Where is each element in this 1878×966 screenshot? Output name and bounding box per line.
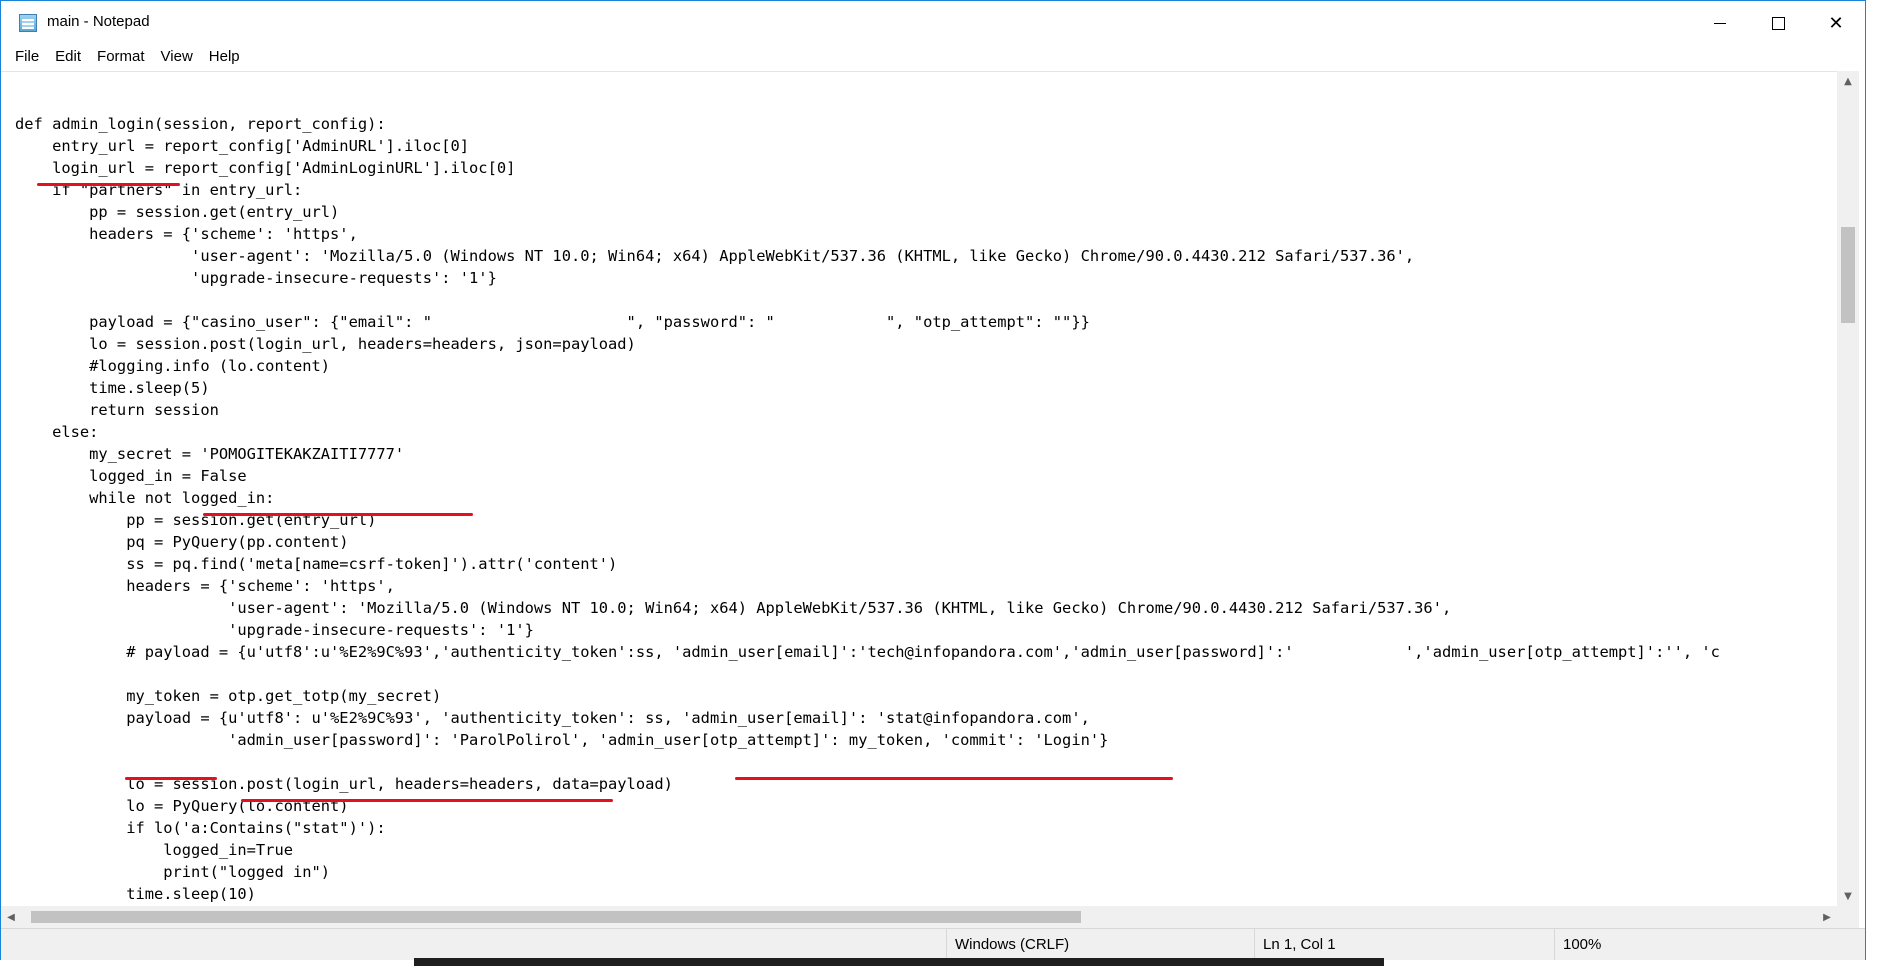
annotation-underline bbox=[203, 513, 473, 516]
window-title: main - Notepad bbox=[47, 13, 150, 30]
annotation-underline bbox=[125, 777, 217, 780]
scrollbar-corner bbox=[1837, 906, 1859, 928]
code-line[interactable]: headers = {'scheme': 'https', bbox=[15, 575, 1720, 597]
menu-view[interactable]: View bbox=[153, 48, 201, 65]
code-line[interactable]: print("logged in") bbox=[15, 861, 1720, 883]
code-line[interactable]: return session bbox=[15, 399, 1720, 421]
menu-file[interactable]: File bbox=[7, 48, 47, 65]
code-line[interactable]: payload = {u'utf8': u'%E2%9C%93', 'authe… bbox=[15, 707, 1720, 729]
code-line[interactable]: 'admin_user[password]': 'ParolPolirol', … bbox=[15, 729, 1720, 751]
code-line[interactable] bbox=[15, 289, 1720, 311]
title-bar[interactable]: main - Notepad ✕ bbox=[1, 1, 1865, 45]
status-cursor-position: Ln 1, Col 1 bbox=[1254, 929, 1554, 960]
code-line[interactable] bbox=[15, 751, 1720, 773]
vertical-scroll-thumb[interactable] bbox=[1841, 227, 1855, 323]
scroll-left-icon[interactable]: ◀ bbox=[1, 906, 21, 928]
code-line[interactable]: lo = session.post(login_url, headers=hea… bbox=[15, 333, 1720, 355]
close-icon: ✕ bbox=[1828, 12, 1844, 34]
status-encoding: Windows (CRLF) bbox=[946, 929, 1246, 960]
code-line[interactable]: logged_in = False bbox=[15, 465, 1720, 487]
code-line[interactable]: while not logged_in: bbox=[15, 487, 1720, 509]
code-line[interactable]: time.sleep(5) bbox=[15, 377, 1720, 399]
code-line[interactable]: pq = PyQuery(pp.content) bbox=[15, 531, 1720, 553]
code-text[interactable]: def admin_login(session, report_config):… bbox=[15, 91, 1720, 907]
minimize-icon bbox=[1714, 22, 1726, 24]
horizontal-scroll-thumb[interactable] bbox=[31, 911, 1081, 923]
notepad-window: main - Notepad ✕ File Edit Format View H… bbox=[0, 0, 1866, 960]
code-line[interactable]: logged_in=True bbox=[15, 839, 1720, 861]
menu-format[interactable]: Format bbox=[89, 48, 153, 65]
code-line[interactable]: payload = {"casino_user": {"email": " ",… bbox=[15, 311, 1720, 333]
taskbar-fragment bbox=[414, 958, 1384, 966]
code-line[interactable]: if lo('a:Contains("stat")'): bbox=[15, 817, 1720, 839]
code-line[interactable] bbox=[15, 91, 1720, 113]
vertical-scrollbar[interactable]: ▲ ▼ bbox=[1837, 71, 1859, 906]
code-line[interactable]: # payload = {u'utf8':u'%E2%9C%93','authe… bbox=[15, 641, 1720, 663]
code-line[interactable]: pp = session.get(entry_url) bbox=[15, 201, 1720, 223]
code-line[interactable]: 'upgrade-insecure-requests': '1'} bbox=[15, 619, 1720, 641]
code-line[interactable]: 'upgrade-insecure-requests': '1'} bbox=[15, 267, 1720, 289]
minimize-button[interactable] bbox=[1691, 1, 1749, 45]
code-line[interactable]: my_token = otp.get_totp(my_secret) bbox=[15, 685, 1720, 707]
horizontal-scrollbar[interactable]: ◀ ▶ bbox=[1, 906, 1837, 928]
menu-bar: File Edit Format View Help bbox=[1, 45, 1865, 67]
code-line[interactable]: my_secret = 'POMOGITEKAKZAITI7777' bbox=[15, 443, 1720, 465]
code-line[interactable]: headers = {'scheme': 'https', bbox=[15, 223, 1720, 245]
text-editor[interactable]: def admin_login(session, report_config):… bbox=[1, 71, 1837, 907]
annotation-underline bbox=[735, 777, 1173, 780]
status-bar: Windows (CRLF) Ln 1, Col 1 100% bbox=[1, 928, 1865, 960]
menu-edit[interactable]: Edit bbox=[47, 48, 89, 65]
code-line[interactable]: time.sleep(10) bbox=[15, 883, 1720, 905]
code-line[interactable]: #logging.info (lo.content) bbox=[15, 355, 1720, 377]
code-line[interactable]: entry_url = report_config['AdminURL'].il… bbox=[15, 135, 1720, 157]
annotation-underline bbox=[37, 183, 180, 186]
code-line[interactable]: else: bbox=[15, 421, 1720, 443]
code-line[interactable]: 'user-agent': 'Mozilla/5.0 (Windows NT 1… bbox=[15, 597, 1720, 619]
maximize-icon bbox=[1771, 16, 1785, 30]
scroll-down-icon[interactable]: ▼ bbox=[1837, 886, 1859, 906]
scroll-right-icon[interactable]: ▶ bbox=[1817, 906, 1837, 928]
menu-help[interactable]: Help bbox=[201, 48, 248, 65]
code-line[interactable]: def admin_login(session, report_config): bbox=[15, 113, 1720, 135]
status-zoom: 100% bbox=[1554, 929, 1674, 960]
code-line[interactable]: login_url = report_config['AdminLoginURL… bbox=[15, 157, 1720, 179]
notepad-icon bbox=[19, 14, 37, 32]
code-line[interactable]: 'user-agent': 'Mozilla/5.0 (Windows NT 1… bbox=[15, 245, 1720, 267]
scroll-up-icon[interactable]: ▲ bbox=[1837, 71, 1859, 91]
annotation-underline bbox=[241, 799, 613, 802]
code-line[interactable] bbox=[15, 663, 1720, 685]
code-line[interactable]: ss = pq.find('meta[name=csrf-token]').at… bbox=[15, 553, 1720, 575]
code-line[interactable]: if "partners" in entry_url: bbox=[15, 179, 1720, 201]
close-button[interactable]: ✕ bbox=[1807, 1, 1865, 45]
maximize-button[interactable] bbox=[1749, 1, 1807, 45]
